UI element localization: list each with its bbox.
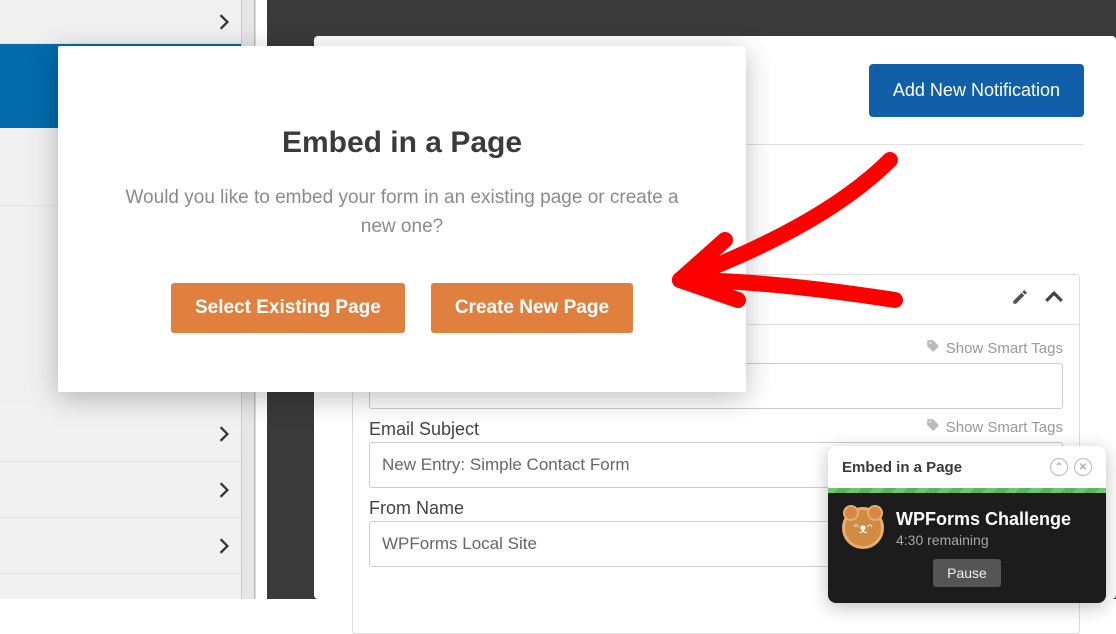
chevron-right-icon: [219, 462, 229, 518]
modal-message: Would you like to embed your form in an …: [106, 184, 698, 241]
modal-title: Embed in a Page: [106, 126, 698, 160]
edit-icon[interactable]: [1011, 288, 1029, 311]
embed-modal: Embed in a Page Would you like to embed …: [58, 46, 746, 392]
add-new-notification-button[interactable]: Add New Notification: [869, 64, 1084, 117]
chevron-right-icon: [219, 406, 229, 462]
challenge-widget: Embed in a Page ⌃ ✕ ᵔᴥᵔ WPForms Challeng…: [828, 446, 1106, 603]
smart-tags-label: Show Smart Tags: [946, 340, 1063, 357]
sidebar-item[interactable]: [0, 462, 255, 518]
chevron-right-icon: [219, 0, 229, 44]
challenge-header: Embed in a Page ⌃ ✕: [828, 446, 1106, 488]
mascot-avatar: ᵔᴥᵔ: [842, 507, 884, 549]
sidebar-item[interactable]: [0, 406, 255, 462]
create-new-page-button[interactable]: Create New Page: [431, 283, 633, 333]
sidebar-item[interactable]: [0, 0, 255, 44]
minimize-icon[interactable]: ⌃: [1050, 458, 1068, 476]
chevron-right-icon: [219, 518, 229, 574]
select-existing-page-button[interactable]: Select Existing Page: [171, 283, 405, 333]
pause-button[interactable]: Pause: [933, 559, 1001, 587]
challenge-title: WPForms Challenge: [896, 509, 1071, 530]
tag-icon: [926, 418, 940, 436]
challenge-time-remaining: 4:30 remaining: [896, 532, 1071, 548]
challenge-header-title: Embed in a Page: [842, 459, 962, 476]
chevron-up-icon[interactable]: [1045, 290, 1063, 309]
tag-icon: [926, 339, 940, 357]
close-icon[interactable]: ✕: [1074, 458, 1092, 476]
smart-tags-label: Show Smart Tags: [946, 419, 1063, 436]
sidebar-item[interactable]: [0, 518, 255, 574]
